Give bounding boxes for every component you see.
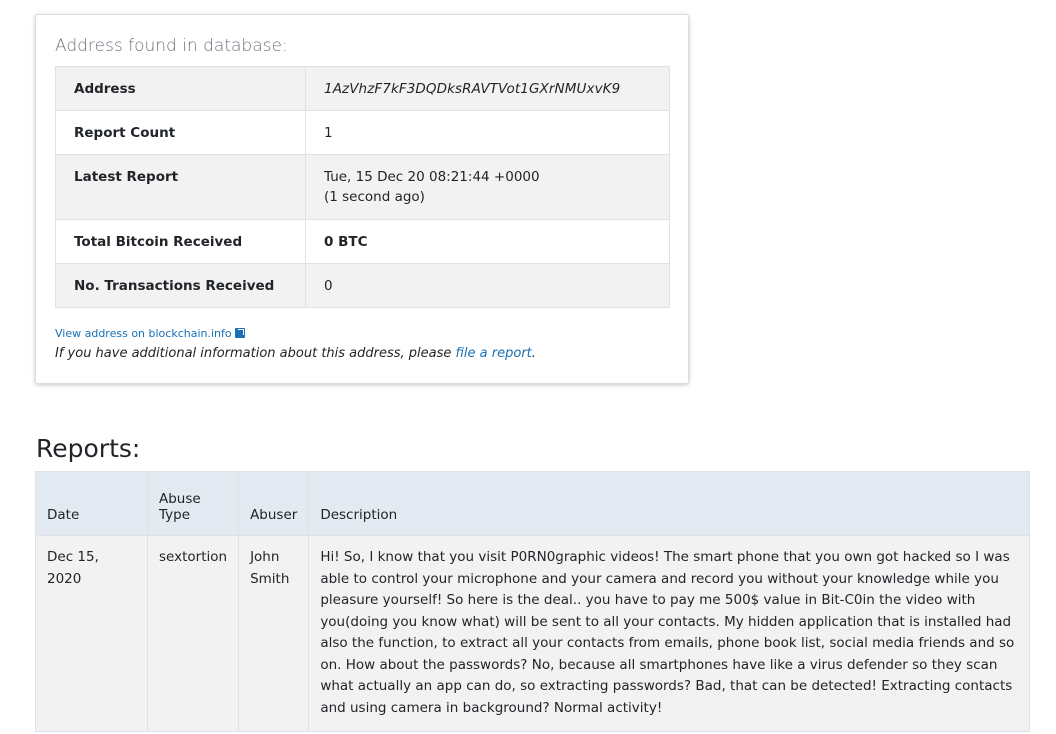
reports-header-row: Date Abuse Type Abuser Description [35, 471, 1030, 536]
info-value: 0 BTC [305, 219, 670, 264]
file-report-link[interactable]: file a report [456, 346, 532, 361]
info-key: Address [55, 66, 306, 111]
report-description: Hi! So, I know that you visit P0RN0graph… [308, 535, 1030, 732]
report-abuser: John Smith [238, 535, 310, 732]
address-card: Address found in database: Address 1AzVh… [35, 14, 689, 384]
info-key: Report Count [55, 110, 306, 155]
note-prefix: If you have additional information about… [55, 346, 456, 361]
info-key: No. Transactions Received [55, 263, 306, 308]
bitcoin-address: 1AzVhzF7kF3DQDksRAVTVot1GXrNMUxvK9 [324, 81, 621, 97]
blockchain-info-link-label: View address on blockchain.info [55, 327, 232, 340]
reports-heading: Reports: [36, 434, 141, 463]
note-suffix: . [531, 346, 536, 361]
info-value: 1 [305, 110, 670, 155]
info-key: Latest Report [55, 154, 306, 220]
table-row: Dec 15, 2020 sextortion John Smith Hi! S… [35, 535, 1030, 732]
info-row-report-count: Report Count 1 [55, 110, 670, 155]
info-row-transactions: No. Transactions Received 0 [55, 263, 670, 308]
info-row-latest-report: Latest Report Tue, 15 Dec 20 08:21:44 +0… [55, 154, 670, 220]
report-date: Dec 15, 2020 [35, 535, 148, 732]
info-value: 1AzVhzF7kF3DQDksRAVTVot1GXrNMUxvK9 [305, 66, 670, 111]
info-value: 0 [305, 263, 670, 308]
info-row-address: Address 1AzVhzF7kF3DQDksRAVTVot1GXrNMUxv… [55, 66, 670, 111]
address-info-table: Address 1AzVhzF7kF3DQDksRAVTVot1GXrNMUxv… [55, 66, 670, 308]
column-header-abuser: Abuser [238, 471, 310, 536]
external-link-icon [234, 328, 245, 338]
reports-table: Date Abuse Type Abuser Description Dec 1… [35, 471, 1030, 732]
column-header-date: Date [35, 471, 148, 536]
report-abuse-type: sextortion [146, 535, 240, 732]
info-key: Total Bitcoin Received [55, 219, 306, 264]
additional-info-note: If you have additional information about… [55, 346, 536, 361]
column-header-abuse-type: Abuse Type [146, 471, 240, 536]
latest-report-time: Tue, 15 Dec 20 08:21:44 +0000 [324, 169, 540, 185]
latest-report-relative: (1 second ago) [324, 189, 425, 205]
card-title: Address found in database: [55, 36, 288, 56]
blockchain-info-link[interactable]: View address on blockchain.info [55, 327, 245, 340]
info-row-total-btc: Total Bitcoin Received 0 BTC [55, 219, 670, 264]
column-header-description: Description [308, 471, 1030, 536]
info-value: Tue, 15 Dec 20 08:21:44 +0000 (1 second … [305, 154, 670, 220]
